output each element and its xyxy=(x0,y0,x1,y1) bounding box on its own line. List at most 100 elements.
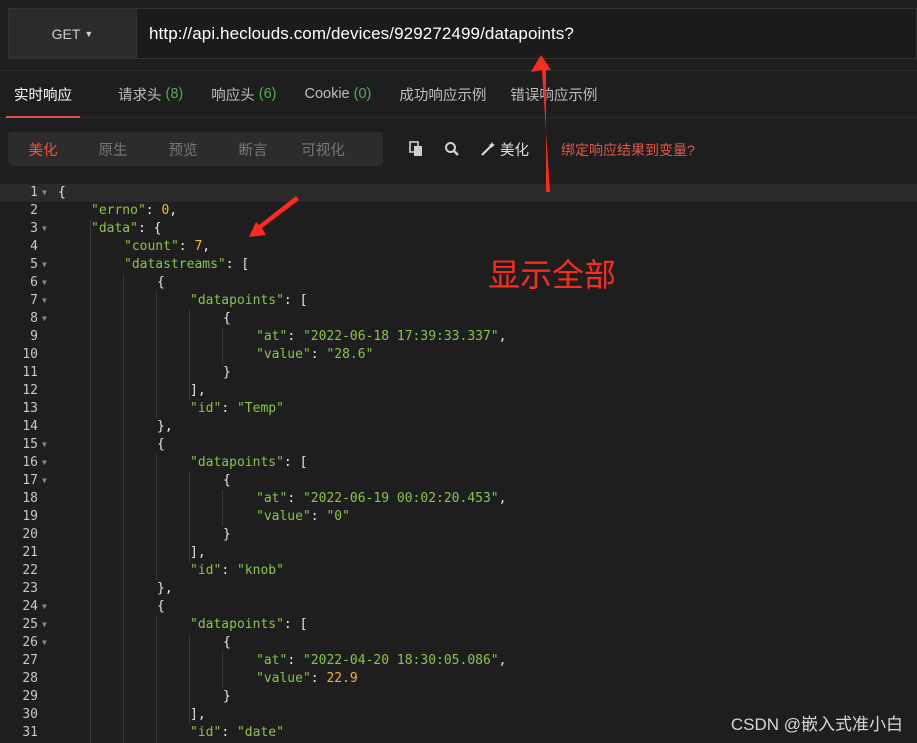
json-punct: : xyxy=(310,509,327,524)
line-number: 2 xyxy=(30,203,38,218)
code-line: 8 ▼ { xyxy=(0,310,917,328)
line-number: 23 xyxy=(22,581,38,596)
json-value: "2022-06-19 00:02:20.453" xyxy=(302,491,499,506)
search-icon[interactable] xyxy=(444,141,460,157)
json-value: "date" xyxy=(236,725,284,740)
bind-result-link[interactable]: 绑定响应结果到变量? xyxy=(561,140,695,160)
response-tools: 美化 xyxy=(408,132,529,166)
line-number: 6 xyxy=(30,275,38,290)
code-text: ], xyxy=(190,382,206,400)
tab-live-response[interactable]: 实时响应 xyxy=(6,71,80,118)
view-mode-raw[interactable]: 原生 xyxy=(78,139,148,160)
fold-toggle-icon[interactable]: ▼ xyxy=(42,598,47,616)
fold-toggle-icon[interactable]: ▼ xyxy=(42,616,47,634)
json-punct: : [ xyxy=(283,617,308,632)
view-mode-visualize[interactable]: 可视化 xyxy=(288,139,358,160)
request-bar: GET ▼ http://api.heclouds.com/devices/92… xyxy=(8,8,917,59)
line-number: 19 xyxy=(22,509,38,524)
beautify-button[interactable]: 美化 xyxy=(480,139,529,160)
code-text: { xyxy=(223,472,231,490)
fold-toggle-icon[interactable]: ▼ xyxy=(42,472,47,490)
json-key: "value" xyxy=(256,671,311,686)
tab-cookie[interactable]: Cookie (0) xyxy=(304,71,371,117)
json-punct: { xyxy=(157,275,165,290)
code-line: 20} xyxy=(0,526,917,544)
code-line: 13 "id": "Temp" xyxy=(0,400,917,418)
code-line: 27 "at": "2022-04-20 18:30:05.086", xyxy=(0,652,917,670)
tab-label: 响应头 xyxy=(211,87,255,104)
beautify-label: 美化 xyxy=(500,142,529,159)
code-text: "value": 22.9 xyxy=(256,670,358,688)
line-number: 7 xyxy=(30,293,38,308)
json-punct: } xyxy=(223,365,231,380)
watermark: CSDN @嵌入式准小白 xyxy=(730,715,903,734)
json-punct: : xyxy=(221,401,237,416)
fold-toggle-icon[interactable]: ▼ xyxy=(42,184,47,202)
code-line: 24 ▼ { xyxy=(0,598,917,616)
code-text: { xyxy=(223,310,231,328)
view-mode-assert[interactable]: 断言 xyxy=(218,139,288,160)
code-line: 16 ▼ "datapoints": [ xyxy=(0,454,917,472)
code-line: 25 ▼ "datapoints": [ xyxy=(0,616,917,634)
line-number: 8 xyxy=(30,311,38,326)
line-number: 28 xyxy=(22,671,38,686)
code-line: 7 ▼ "datapoints": [ xyxy=(0,292,917,310)
view-mode-beautify[interactable]: 美化 xyxy=(8,139,78,160)
json-punct: } xyxy=(223,689,231,704)
fold-toggle-icon[interactable]: ▼ xyxy=(42,274,47,292)
copy-icon[interactable] xyxy=(408,141,424,157)
json-punct: , xyxy=(202,239,211,254)
fold-toggle-icon[interactable]: ▼ xyxy=(42,310,47,328)
annotation-label: 显示全部 xyxy=(488,256,617,294)
view-mode-preview[interactable]: 预览 xyxy=(148,139,218,160)
line-number: 13 xyxy=(22,401,38,416)
code-line: 18 "at": "2022-06-19 00:02:20.453", xyxy=(0,490,917,508)
json-punct: , xyxy=(498,491,507,506)
line-number: 14 xyxy=(22,419,38,434)
fold-toggle-icon[interactable]: ▼ xyxy=(42,256,47,274)
json-key: "errno" xyxy=(91,203,146,218)
line-number: 22 xyxy=(22,563,38,578)
method-select[interactable]: GET ▼ xyxy=(9,9,137,58)
caret-down-icon: ▼ xyxy=(84,28,94,39)
line-number: 9 xyxy=(30,329,38,344)
code-text: "value": "28.6" xyxy=(256,346,373,364)
json-punct: { xyxy=(223,473,231,488)
code-text: "errno": 0, xyxy=(91,202,177,220)
tab-response-headers[interactable]: 响应头 (6) xyxy=(211,71,276,117)
line-number: 24 xyxy=(22,599,38,614)
json-key: "at" xyxy=(256,329,288,344)
tab-error-example[interactable]: 错误响应示例 xyxy=(510,71,597,117)
json-punct: : xyxy=(287,653,303,668)
tab-request-headers[interactable]: 请求头 (8) xyxy=(118,71,183,117)
json-punct: : xyxy=(287,491,303,506)
code-line: 12], xyxy=(0,382,917,400)
response-body-editor[interactable]: 1 ▼{2 "errno": 0, 3 ▼ "data": {4 "count": 7, 5 ▼… xyxy=(0,184,917,743)
tab-count: (8) xyxy=(165,86,184,102)
code-text: "datapoints": [ xyxy=(190,292,307,310)
json-value: "knob" xyxy=(236,563,284,578)
fold-toggle-icon[interactable]: ▼ xyxy=(42,292,47,310)
line-number: 20 xyxy=(22,527,38,542)
tab-success-example[interactable]: 成功响应示例 xyxy=(399,71,486,117)
code-line: 21], xyxy=(0,544,917,562)
fold-toggle-icon[interactable]: ▼ xyxy=(42,436,47,454)
json-key: "count" xyxy=(124,239,179,254)
json-punct: : [ xyxy=(283,293,308,308)
json-punct: }, xyxy=(157,419,173,434)
json-key: "datapoints" xyxy=(190,455,284,470)
fold-toggle-icon[interactable]: ▼ xyxy=(42,634,47,652)
json-punct: , xyxy=(169,203,178,218)
json-key: "at" xyxy=(256,491,288,506)
code-text: { xyxy=(223,634,231,652)
json-punct: : xyxy=(145,203,162,218)
json-punct: { xyxy=(223,635,231,650)
code-text: ], xyxy=(190,544,206,562)
fold-toggle-icon[interactable]: ▼ xyxy=(42,220,47,238)
json-punct: : [ xyxy=(283,455,308,470)
code-text: }, xyxy=(157,418,173,436)
json-value: "0" xyxy=(326,509,350,524)
fold-toggle-icon[interactable]: ▼ xyxy=(42,454,47,472)
url-input[interactable]: http://api.heclouds.com/devices/92927249… xyxy=(137,24,574,44)
tab-count: (0) xyxy=(353,86,372,102)
